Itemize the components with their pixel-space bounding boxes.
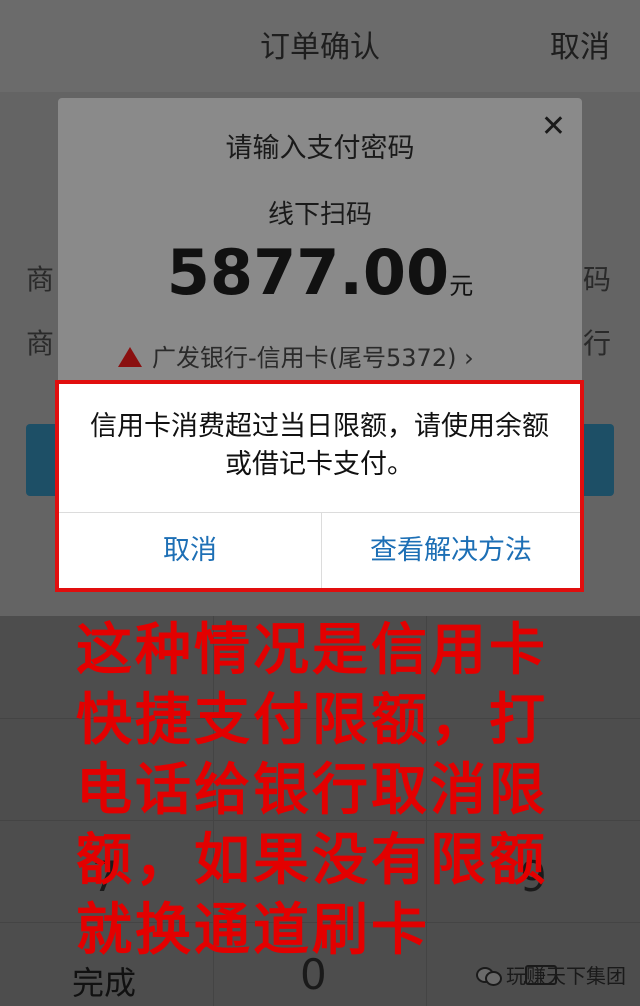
annotation-line: 电话给银行取消限 xyxy=(76,758,548,823)
payment-amount: 5877.00元 xyxy=(58,236,582,309)
watermark-text: 玩赚天下集团 xyxy=(506,964,626,988)
amount-value: 5877.00 xyxy=(166,236,450,309)
payment-password-dialog: 请输入支付密码 ✕ 线下扫码 5877.00元 广发银行-信用卡(尾号5372)… xyxy=(58,98,582,398)
order-row-label: 商 xyxy=(26,327,55,360)
view-solution-button[interactable]: 查看解决方法 xyxy=(322,513,580,588)
page-title: 订单确认 xyxy=(260,30,380,65)
annotation-line: 快捷支付限额，打 xyxy=(76,688,548,753)
annotation-line: 额，如果没有限额 xyxy=(76,828,548,893)
alert-message: 信用卡消费超过当日限额，请使用余额或借记卡支付。 xyxy=(90,411,549,480)
annotation-line: 就换通道刷卡 xyxy=(76,898,430,963)
top-nav-bar: 订单确认 取消 xyxy=(0,0,640,92)
limit-exceeded-alert: 信用卡消费超过当日限额，请使用余额或借记卡支付。 取消 查看解决方法 xyxy=(55,380,584,592)
order-row-value: 码 xyxy=(583,263,612,296)
payment-card-selector[interactable]: 广发银行-信用卡(尾号5372) › xyxy=(118,338,474,373)
chevron-right-icon: › xyxy=(464,344,474,372)
watermark: 玩赚天下集团 xyxy=(476,960,626,989)
order-row-value: 行 xyxy=(583,327,612,360)
close-icon[interactable]: ✕ xyxy=(541,112,566,142)
card-label: 广发银行-信用卡(尾号5372) xyxy=(152,344,457,372)
dialog-title: 请输入支付密码 xyxy=(225,133,415,164)
alert-cancel-button[interactable]: 取消 xyxy=(59,513,321,588)
payment-type-label: 线下扫码 xyxy=(267,200,372,230)
wechat-icon xyxy=(476,965,502,986)
annotation-line: 这种情况是信用卡 xyxy=(76,618,548,683)
header-cancel-button[interactable]: 取消 xyxy=(550,22,610,66)
order-row-label: 商 xyxy=(26,263,55,296)
red-annotation-text: 这种情况是信用卡 快捷支付限额，打 电话给银行取消限 额，如果没有限额 就换通道… xyxy=(76,616,596,966)
bank-logo-icon xyxy=(118,347,142,367)
currency-unit: 元 xyxy=(449,272,474,300)
